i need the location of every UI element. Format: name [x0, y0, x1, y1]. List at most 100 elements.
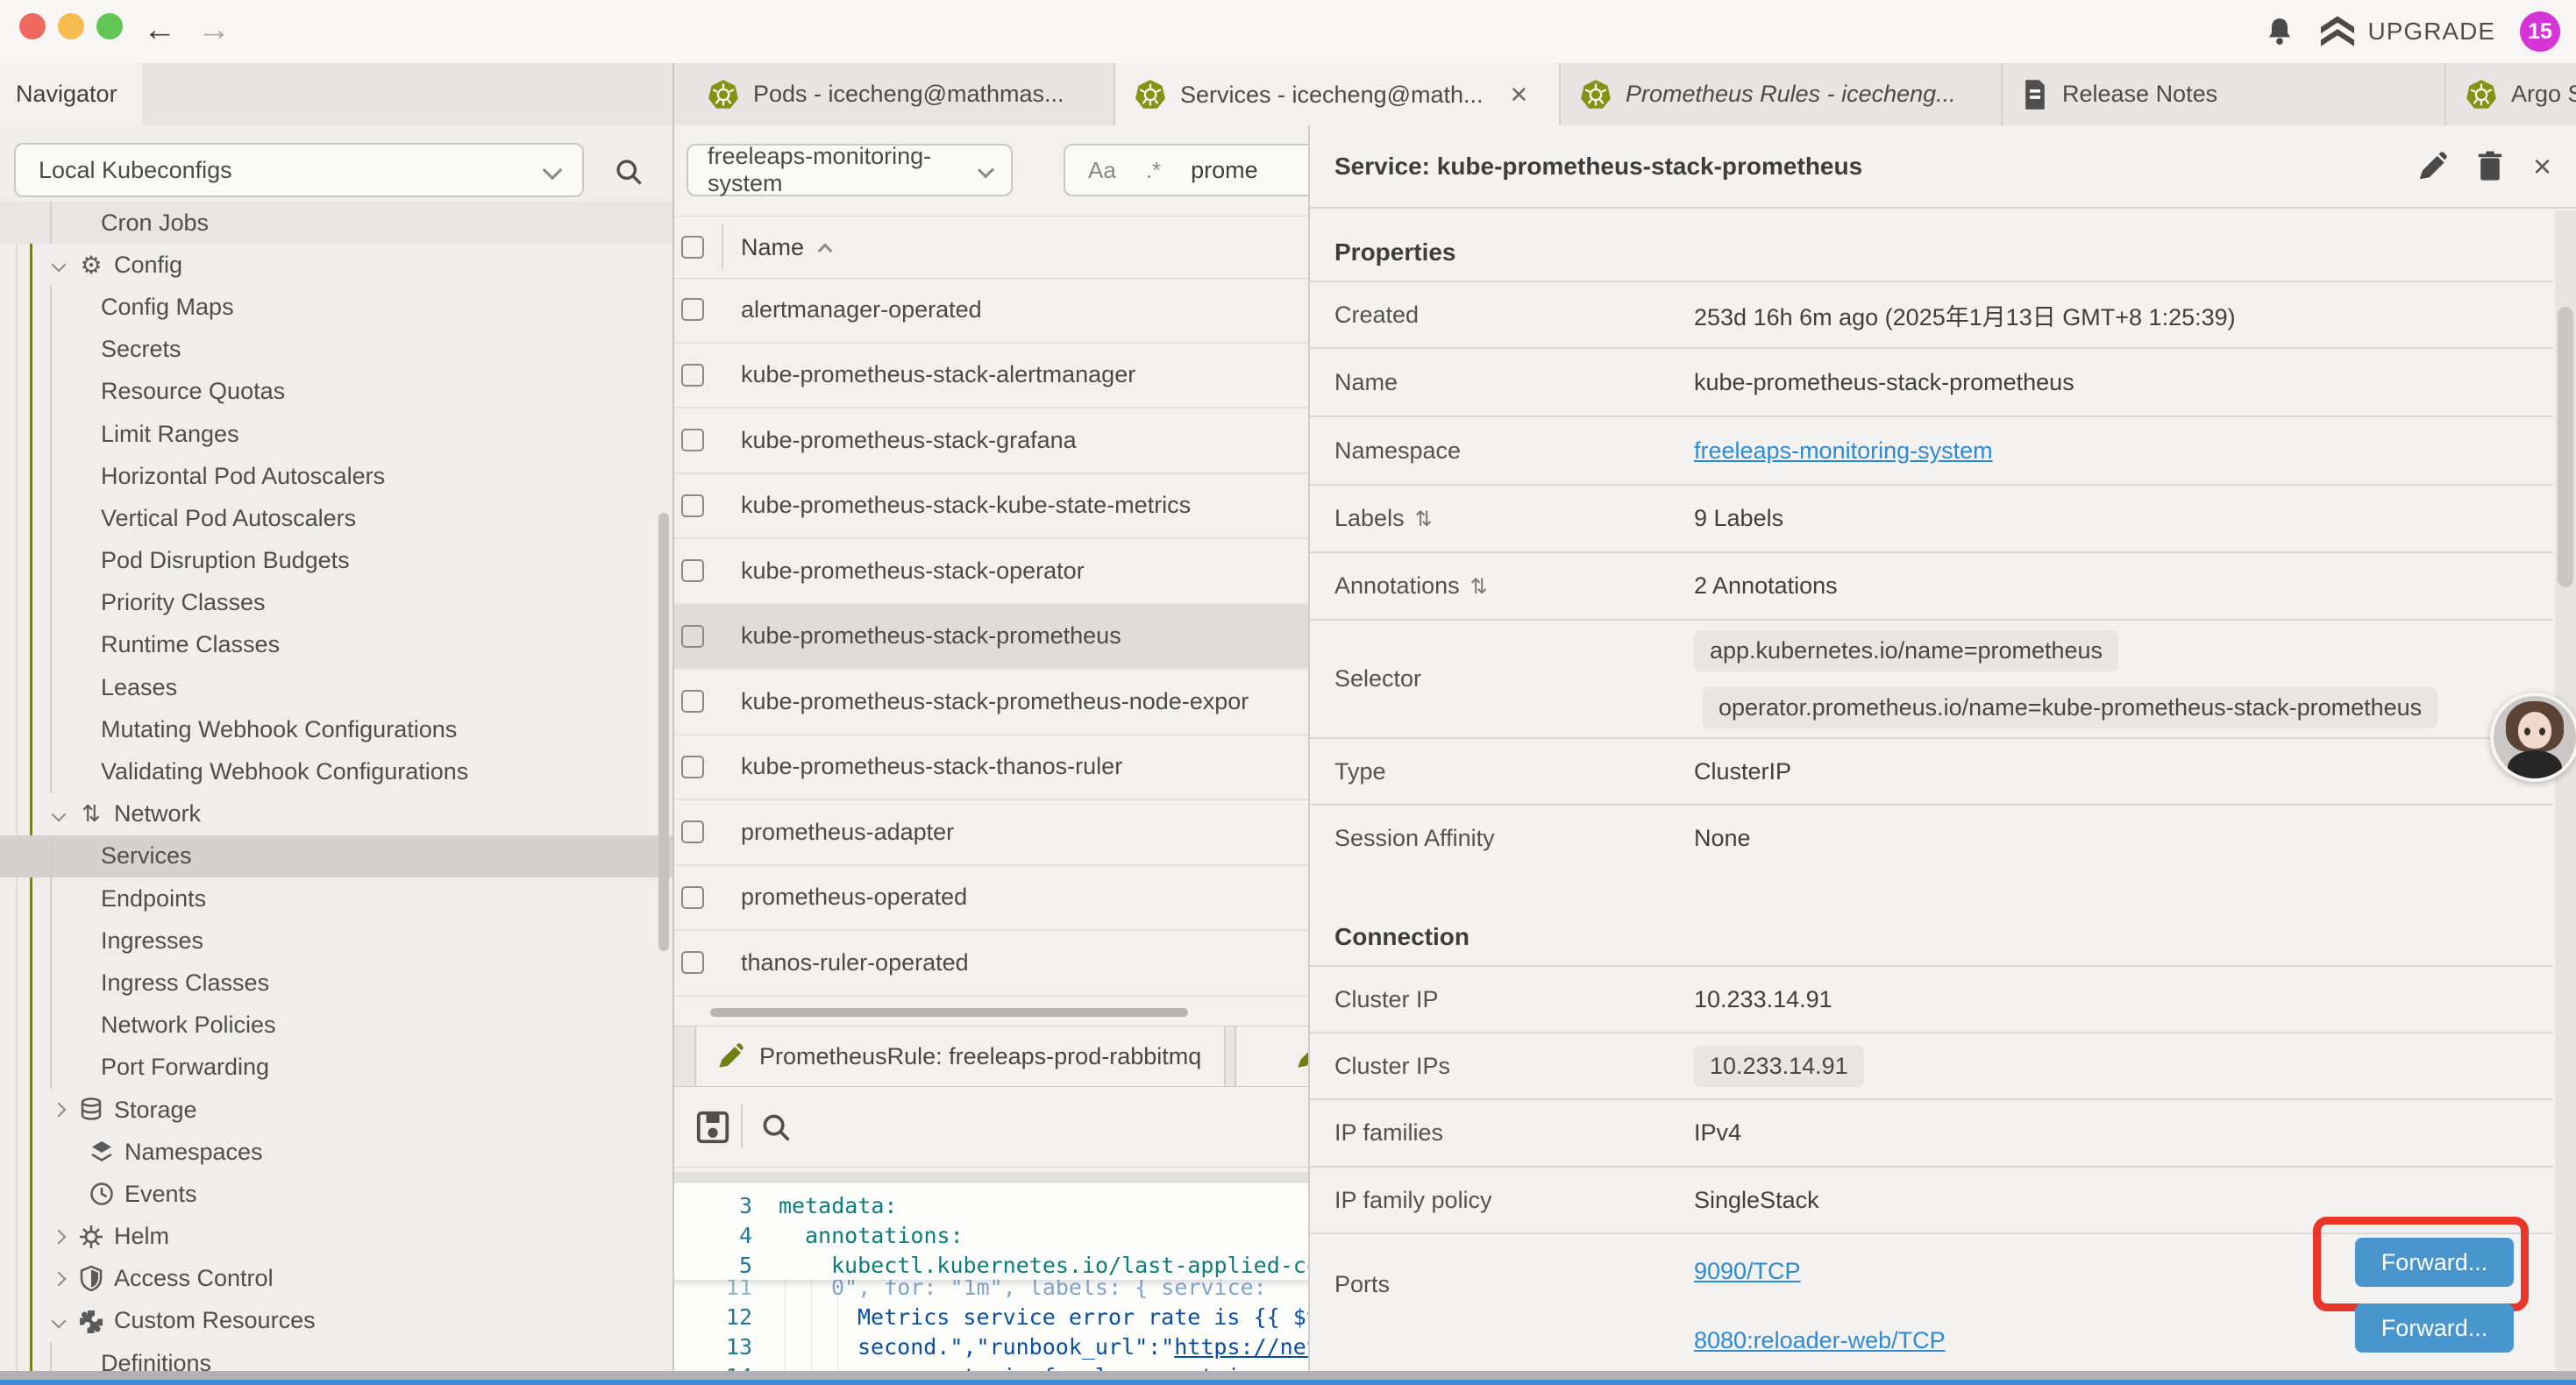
window-horizontal-scrollbar[interactable] [0, 1371, 2576, 1380]
chevron-down-icon[interactable] [52, 258, 67, 273]
sidebar-item-endpoints[interactable]: Endpoints [0, 877, 672, 920]
editor-search-icon[interactable] [760, 1112, 792, 1143]
row-checkbox[interactable] [681, 951, 704, 974]
port-link-8080[interactable]: 8080:reloader-web/TCP [1694, 1327, 1946, 1354]
editor-tab-prometheusrule[interactable]: PrometheusRule: freeleaps-prod-rabbitmq [694, 1026, 1226, 1086]
row-checkbox[interactable] [681, 820, 704, 843]
sidebar-item-port-forwarding[interactable]: Port Forwarding [0, 1047, 672, 1089]
save-icon[interactable] [695, 1110, 730, 1145]
kubeconfig-selector[interactable]: Local Kubeconfigs [14, 143, 584, 197]
selector-chip[interactable]: operator.prometheus.io/name=kube-prometh… [1703, 687, 2437, 728]
row-checkbox[interactable] [681, 298, 704, 321]
sidebar-item-label: Services [101, 842, 192, 870]
sidebar-item-secrets[interactable]: Secrets [0, 329, 672, 371]
port-link-9090[interactable]: 9090/TCP [1694, 1258, 1801, 1285]
sidebar-item-mutating-webhook-configurations[interactable]: Mutating Webhook Configurations [0, 708, 672, 750]
tab-label: Services - icecheng@math... [1180, 82, 1484, 109]
sidebar-item-network-policies[interactable]: Network Policies [0, 1005, 672, 1047]
sidebar-item-config[interactable]: ⚙Config [0, 244, 672, 286]
sidebar-item-leases[interactable]: Leases [0, 666, 672, 708]
selector-chip[interactable]: app.kubernetes.io/name=prometheus [1694, 630, 2118, 671]
row-checkbox[interactable] [681, 690, 704, 713]
notification-bell-icon[interactable] [2265, 16, 2295, 47]
sidebar-item-validating-webhook-configurations[interactable]: Validating Webhook Configurations [0, 750, 672, 792]
row-checkbox[interactable] [681, 559, 704, 582]
regex-toggle[interactable]: .* [1146, 157, 1161, 184]
sidebar-item-ingress-classes[interactable]: Ingress Classes [0, 962, 672, 1004]
table-search-box[interactable]: Aa .* prome [1064, 144, 1335, 196]
window-zoom-button[interactable] [96, 13, 123, 39]
back-arrow-icon[interactable]: ← [143, 9, 176, 51]
row-checkbox[interactable] [681, 886, 704, 909]
navigator-panel-tab[interactable]: Navigator [0, 63, 142, 125]
close-tab-icon[interactable]: ✕ [1510, 82, 1529, 109]
cluster-ips-chip[interactable]: 10.233.14.91 [1694, 1046, 1864, 1087]
match-case-toggle[interactable]: Aa [1088, 157, 1116, 184]
sidebar-item-access-control[interactable]: Access Control [0, 1258, 672, 1300]
sidebar-search-icon[interactable] [614, 157, 644, 187]
tab-label: Argo Se [2511, 81, 2576, 108]
chevron-right-icon[interactable] [52, 1271, 67, 1286]
search-input[interactable]: prome [1191, 157, 1258, 184]
select-all-checkbox[interactable] [681, 236, 704, 259]
labels-value[interactable]: 9 Labels [1694, 505, 1783, 532]
app-tab-1[interactable]: Pods - icecheng@mathmas... [688, 63, 1115, 125]
sidebar-item-cron-jobs[interactable]: Cron Jobs [0, 202, 672, 244]
sidebar-item-pod-disruption-budgets[interactable]: Pod Disruption Budgets [0, 540, 672, 582]
sidebar-item-horizontal-pod-autoscalers[interactable]: Horizontal Pod Autoscalers [0, 455, 672, 497]
kubernetes-icon [2466, 79, 2497, 110]
row-checkbox[interactable] [681, 364, 704, 387]
sidebar-item-ingresses[interactable]: Ingresses [0, 920, 672, 962]
chevron-down-icon[interactable] [52, 806, 67, 821]
sort-ascending-icon[interactable] [818, 244, 833, 259]
app-tab-5[interactable]: Argo Se [2446, 63, 2576, 125]
panel-scrollbar-thumb[interactable] [2558, 307, 2573, 587]
panel-scrollbar-track[interactable] [2555, 210, 2576, 1385]
row-checkbox[interactable] [681, 494, 704, 517]
avatar[interactable] [2490, 692, 2576, 782]
sidebar-item-runtime-classes[interactable]: Runtime Classes [0, 624, 672, 666]
row-checkbox[interactable] [681, 429, 704, 451]
name-column-header[interactable]: Name [741, 234, 804, 261]
table-horizontal-scrollbar[interactable] [710, 1008, 1188, 1017]
chevron-right-icon[interactable] [52, 1103, 67, 1118]
edit-pencil-icon[interactable] [2417, 152, 2447, 181]
window-close-button[interactable] [19, 13, 46, 39]
sidebar-scrollbar[interactable] [658, 513, 669, 951]
sort-toggle-icon[interactable]: ⇅ [1470, 574, 1488, 599]
sidebar-item-label: Config Maps [101, 294, 234, 321]
app-tab-3[interactable]: Prometheus Rules - icecheng... [1561, 63, 2003, 125]
sidebar-item-vertical-pod-autoscalers[interactable]: Vertical Pod Autoscalers [0, 497, 672, 539]
delete-trash-icon[interactable] [2477, 151, 2503, 182]
sidebar-item-helm[interactable]: Helm [0, 1216, 672, 1258]
sidebar-item-network[interactable]: ⇅Network [0, 793, 672, 835]
sidebar-item-label: Network [114, 800, 201, 827]
app-tab-2[interactable]: Services - icecheng@math... ✕ [1115, 63, 1561, 126]
window-minimize-button[interactable] [58, 13, 84, 39]
forward-arrow-icon[interactable]: → [197, 9, 231, 51]
notification-count-badge[interactable]: 15 [2520, 11, 2560, 52]
close-icon[interactable]: × [2533, 153, 2551, 180]
runbook-url-link[interactable]: https://net [1174, 1334, 1320, 1360]
sidebar-item-limit-ranges[interactable]: Limit Ranges [0, 413, 672, 455]
forward-button-8080[interactable]: Forward... [2355, 1303, 2514, 1353]
sidebar-item-events[interactable]: Events [0, 1173, 672, 1215]
service-name: kube-prometheus-stack-prometheus-node-ex… [741, 688, 1249, 715]
row-checkbox[interactable] [681, 756, 704, 778]
chevron-down-icon[interactable] [52, 1313, 67, 1328]
app-tab-4[interactable]: Release Notes [2003, 63, 2446, 125]
row-checkbox[interactable] [681, 625, 704, 648]
namespace-filter-dropdown[interactable]: freeleaps-monitoring-system [687, 144, 1013, 196]
sort-toggle-icon[interactable]: ⇅ [1415, 507, 1433, 531]
sidebar-item-services[interactable]: Services [0, 835, 672, 877]
sidebar-item-config-maps[interactable]: Config Maps [0, 286, 672, 328]
sidebar-item-storage[interactable]: Storage [0, 1089, 672, 1131]
sidebar-item-priority-classes[interactable]: Priority Classes [0, 582, 672, 624]
sidebar-item-custom-resources[interactable]: Custom Resources [0, 1300, 672, 1342]
annotations-value[interactable]: 2 Annotations [1694, 572, 1838, 600]
chevron-right-icon[interactable] [52, 1229, 67, 1244]
upgrade-button[interactable]: UPGRADE [2319, 15, 2495, 48]
sidebar-item-namespaces[interactable]: Namespaces [0, 1131, 672, 1173]
sidebar-item-resource-quotas[interactable]: Resource Quotas [0, 371, 672, 413]
namespace-link[interactable]: freeleaps-monitoring-system [1694, 437, 1993, 465]
